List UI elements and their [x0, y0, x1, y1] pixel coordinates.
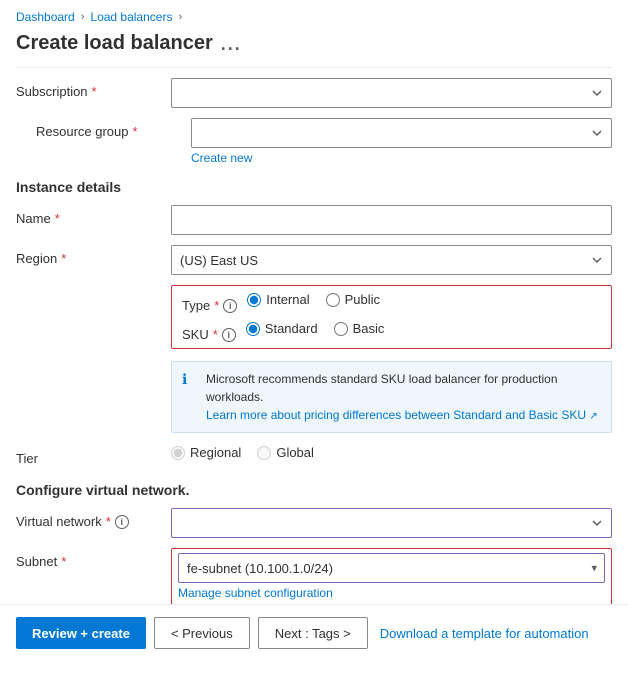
subscription-select[interactable]	[171, 78, 612, 108]
tier-global-option: Global	[257, 445, 314, 460]
region-control: (US) East US	[171, 245, 612, 275]
subscription-row: Subscription *	[16, 78, 612, 108]
resource-group-row: Resource group * Create new	[16, 118, 612, 165]
sku-info-icon[interactable]: i	[222, 328, 236, 342]
region-row: Region * (US) East US	[16, 245, 612, 275]
type-row: Type * i Internal Public	[182, 292, 601, 313]
info-banner-text: Microsoft recommends standard SKU load b…	[206, 370, 601, 424]
sku-control: Standard Basic	[246, 321, 601, 336]
ellipsis-menu-button[interactable]: ...	[221, 34, 242, 55]
name-label: Name *	[16, 205, 171, 226]
page-title: Create load balancer	[16, 32, 213, 55]
tier-radio-group: Regional Global	[171, 445, 612, 460]
virtual-network-row: Virtual network * i	[16, 508, 612, 538]
region-label: Region *	[16, 245, 171, 266]
resource-group-control: Create new	[191, 118, 612, 165]
previous-button[interactable]: < Previous	[154, 617, 250, 649]
breadcrumb: Dashboard › Load balancers ›	[0, 0, 628, 28]
tier-row: Tier Regional Global	[16, 445, 612, 466]
manage-subnet-link[interactable]: Manage subnet configuration	[178, 586, 605, 600]
virtual-network-select[interactable]	[171, 508, 612, 538]
type-sku-section: Type * i Internal Public	[16, 285, 612, 349]
subnet-label: Subnet *	[16, 548, 171, 569]
top-divider	[16, 67, 612, 68]
resource-group-select[interactable]	[191, 118, 612, 148]
breadcrumb-load-balancers[interactable]: Load balancers	[90, 10, 172, 24]
subnet-input[interactable]	[178, 553, 605, 583]
info-banner-icon: ℹ	[182, 371, 198, 424]
page-title-row: Create load balancer ...	[0, 28, 628, 67]
info-banner: ℹ Microsoft recommends standard SKU load…	[171, 361, 612, 433]
breadcrumb-dashboard[interactable]: Dashboard	[16, 10, 75, 24]
automation-link[interactable]: Download a template for automation	[380, 626, 589, 641]
virtual-network-label: Virtual network * i	[16, 508, 171, 529]
subnet-control: ▾ Manage subnet configuration	[171, 548, 612, 605]
sku-basic-option[interactable]: Basic	[334, 321, 385, 336]
instance-details-title: Instance details	[16, 179, 612, 195]
sku-standard-option[interactable]: Standard	[246, 321, 318, 336]
external-link-icon: ↗	[589, 411, 597, 422]
type-radio-group: Internal Public	[247, 292, 601, 307]
subnet-outlined-box: ▾ Manage subnet configuration	[171, 548, 612, 605]
type-info-icon[interactable]: i	[223, 299, 237, 313]
next-button[interactable]: Next : Tags >	[258, 617, 368, 649]
tier-control: Regional Global	[171, 445, 612, 460]
region-select[interactable]: (US) East US	[171, 245, 612, 275]
type-public-option[interactable]: Public	[326, 292, 380, 307]
sku-radio-group: Standard Basic	[246, 321, 601, 336]
form-area: Subscription * Resource group * Create n…	[0, 67, 628, 637]
name-row: Name *	[16, 205, 612, 235]
virtual-network-info-icon[interactable]: i	[115, 515, 129, 529]
subscription-label: Subscription *	[16, 78, 171, 99]
type-label: Type * i	[182, 292, 247, 313]
sku-label: SKU * i	[182, 321, 246, 342]
name-control	[171, 205, 612, 235]
tier-regional-option: Regional	[171, 445, 241, 460]
virtual-network-control	[171, 508, 612, 538]
subscription-control	[171, 78, 612, 108]
name-input[interactable]	[171, 205, 612, 235]
create-new-link[interactable]: Create new	[191, 151, 612, 165]
info-banner-link[interactable]: Learn more about pricing differences bet…	[206, 408, 598, 422]
type-control: Internal Public	[247, 292, 601, 307]
tier-label: Tier	[16, 445, 171, 466]
info-banner-row: ℹ Microsoft recommends standard SKU load…	[16, 357, 612, 437]
resource-group-label: Resource group *	[36, 118, 191, 139]
sku-row: SKU * i Standard Basic	[182, 321, 601, 342]
type-internal-option[interactable]: Internal	[247, 292, 309, 307]
type-sku-box: Type * i Internal Public	[171, 285, 612, 349]
review-create-button[interactable]: Review + create	[16, 617, 146, 649]
footer: Review + create < Previous Next : Tags >…	[0, 604, 628, 661]
configure-vnet-title: Configure virtual network.	[16, 482, 612, 498]
subnet-row: Subnet * ▾ Manage subnet configuration	[16, 548, 612, 605]
